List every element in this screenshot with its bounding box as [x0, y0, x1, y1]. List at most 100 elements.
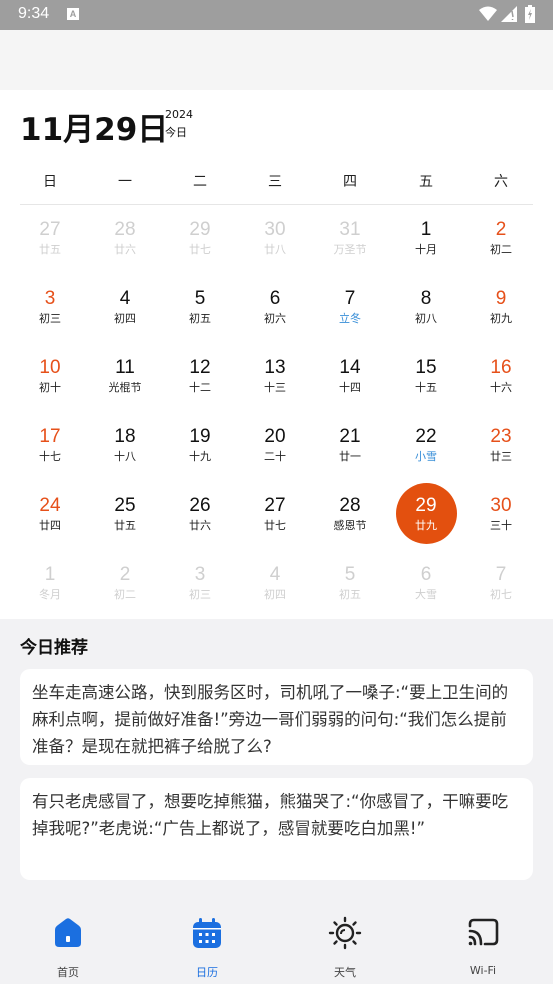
calendar-day[interactable]: 19 十九 [163, 419, 237, 479]
lunar-date: 初三 [189, 588, 211, 601]
calendar-day[interactable]: 22 小雪 [389, 419, 463, 479]
day-number: 28 [114, 219, 136, 240]
day-number: 10 [39, 357, 61, 378]
day-number: 2 [495, 219, 507, 240]
weekday-label: 三 [268, 174, 282, 190]
calendar-day[interactable]: 3 初三 [13, 281, 87, 341]
nav-home[interactable]: 首页 [18, 916, 118, 980]
calendar-day[interactable]: 9 初九 [464, 281, 538, 341]
day-number: 21 [339, 426, 361, 447]
calendar-day[interactable]: 4 初四 [88, 281, 162, 341]
recommend-card[interactable]: 坐车走高速公路，快到服务区时，司机吼了一嗓子:“要上卫生间的麻利点啊，提前做好准… [20, 669, 533, 765]
nav-wifi[interactable]: Wi-Fi [433, 916, 533, 977]
calendar-day[interactable]: 13 十三 [238, 350, 312, 410]
recommend-card[interactable]: 有只老虎感冒了，想要吃掉熊猫，熊猫哭了:“你感冒了，干嘛要吃掉我呢?”老虎说:“… [20, 778, 533, 880]
calendar-day[interactable]: 26 廿六 [163, 488, 237, 548]
calendar-day[interactable]: 28 感恩节 [313, 488, 387, 548]
lunar-date: 立冬 [339, 312, 361, 325]
calendar-day[interactable]: 18 十八 [88, 419, 162, 479]
calendar-day[interactable]: 5 初五 [313, 557, 387, 617]
battery-icon [525, 5, 535, 23]
calendar-day[interactable]: 2 初二 [464, 212, 538, 272]
day-number: 5 [344, 564, 356, 585]
weekday-label: 日 [43, 174, 57, 190]
day-number: 2 [119, 564, 131, 585]
lunar-date: 初四 [114, 312, 136, 325]
calendar-day[interactable]: 7 立冬 [313, 281, 387, 341]
nav-label: 日历 [196, 966, 218, 979]
lunar-date: 廿九 [415, 519, 437, 532]
lunar-date: 十七 [39, 450, 61, 463]
calendar-day[interactable]: 7 初七 [464, 557, 538, 617]
calendar-day[interactable]: 31 万圣节 [313, 212, 387, 272]
day-number: 4 [119, 288, 131, 309]
lunar-date: 初七 [490, 588, 512, 601]
day-number: 7 [495, 564, 507, 585]
lunar-date: 小雪 [415, 450, 437, 463]
calendar-day[interactable]: 27 廿七 [238, 488, 312, 548]
calendar-day[interactable]: 10 初十 [13, 350, 87, 410]
lunar-date: 二十 [264, 450, 286, 463]
calendar-day[interactable]: 4 初四 [238, 557, 312, 617]
day-number: 19 [189, 426, 211, 447]
calendar-day[interactable]: 8 初八 [389, 281, 463, 341]
day-number: 3 [194, 564, 206, 585]
bottom-nav: 首页 日历 天气 Wi-Fi [0, 900, 553, 984]
nav-calendar[interactable]: 日历 [157, 916, 257, 980]
calendar-day[interactable]: 30 廿八 [238, 212, 312, 272]
calendar-day[interactable]: 3 初三 [163, 557, 237, 617]
calendar-day[interactable]: 6 初六 [238, 281, 312, 341]
nav-weather[interactable]: 天气 [295, 916, 395, 980]
day-number: 24 [39, 495, 61, 516]
calendar-day[interactable]: 28 廿六 [88, 212, 162, 272]
lunar-date: 光棍节 [108, 381, 142, 394]
lunar-date: 初五 [339, 588, 361, 601]
day-number: 30 [264, 219, 286, 240]
weekday-label: 五 [419, 174, 433, 190]
day-number: 30 [490, 495, 512, 516]
day-number: 18 [114, 426, 136, 447]
calendar-day[interactable]: 1 冬月 [13, 557, 87, 617]
calendar-day[interactable]: 6 大雪 [389, 557, 463, 617]
lunar-date: 十四 [339, 381, 361, 394]
day-number: 29 [415, 495, 437, 516]
day-number: 5 [194, 288, 206, 309]
calendar-day[interactable]: 29 廿七 [163, 212, 237, 272]
calendar-day[interactable]: 11 光棍节 [88, 350, 162, 410]
top-spacer [0, 30, 553, 90]
lunar-date: 初二 [490, 243, 512, 256]
lunar-date: 初三 [39, 312, 61, 325]
day-number: 16 [490, 357, 512, 378]
calendar-day-selected[interactable]: 29 廿九 [389, 483, 463, 548]
day-number: 1 [44, 564, 56, 585]
calendar-day[interactable]: 27 廿五 [13, 212, 87, 272]
lunar-date: 大雪 [415, 588, 437, 601]
calendar-day[interactable]: 2 初二 [88, 557, 162, 617]
lunar-date: 冬月 [39, 588, 61, 601]
day-number: 1 [420, 219, 432, 240]
lunar-date: 三十 [490, 519, 512, 532]
calendar-day[interactable]: 23 廿三 [464, 419, 538, 479]
day-number: 26 [189, 495, 211, 516]
calendar-day[interactable]: 15 十五 [389, 350, 463, 410]
day-number: 6 [420, 564, 432, 585]
calendar-day[interactable]: 24 廿四 [13, 488, 87, 548]
lunar-date: 十六 [490, 381, 512, 394]
calendar-day[interactable]: 21 廿一 [313, 419, 387, 479]
day-number: 9 [495, 288, 507, 309]
lunar-date: 廿七 [264, 519, 286, 532]
calendar-day[interactable]: 14 十四 [313, 350, 387, 410]
calendar-day[interactable]: 5 初五 [163, 281, 237, 341]
calendar-day[interactable]: 20 二十 [238, 419, 312, 479]
cast-icon [468, 918, 499, 946]
nav-label: 首页 [57, 966, 79, 979]
lunar-date: 廿五 [39, 243, 61, 256]
calendar-day[interactable]: 16 十六 [464, 350, 538, 410]
calendar-day[interactable]: 12 十二 [163, 350, 237, 410]
calendar-day[interactable]: 17 十七 [13, 419, 87, 479]
calendar-day[interactable]: 1 十月 [389, 212, 463, 272]
calendar-day[interactable]: 30 三十 [464, 488, 538, 548]
calendar-day[interactable]: 25 廿五 [88, 488, 162, 548]
weekday-label: 二 [193, 174, 207, 190]
day-number: 15 [415, 357, 437, 378]
